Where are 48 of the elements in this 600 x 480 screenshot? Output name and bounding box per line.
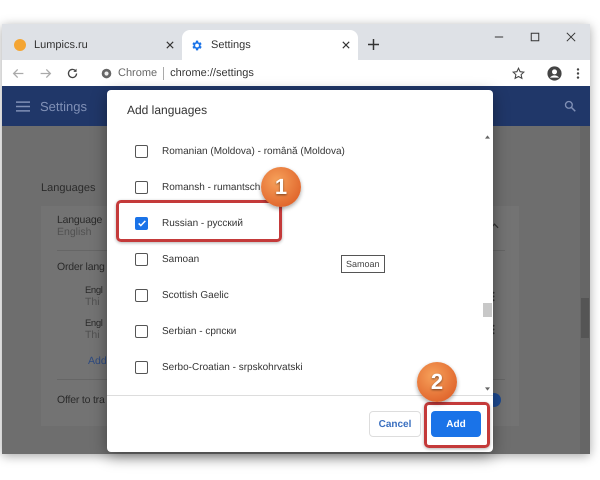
checkbox[interactable] [135,216,148,230]
language-name: Engl [85,318,102,329]
setting-label: Language [57,214,102,226]
more-icon[interactable] [576,66,580,80]
dialog-title: Add languages [126,102,208,119]
tooltip: Samoan [341,255,385,273]
close-icon[interactable] [566,32,576,42]
search-icon[interactable] [564,100,576,112]
language-option[interactable]: Serbian - српски [162,326,236,336]
language-option[interactable]: Samoan [162,254,200,264]
section-title: Languages [41,182,96,194]
browser-tab[interactable]: Settings [182,30,358,60]
checkbox[interactable] [135,324,148,338]
checkbox[interactable] [135,180,148,194]
highlight-frame [424,402,490,448]
scrollbar-thumb[interactable] [482,303,492,317]
close-icon[interactable] [342,41,350,49]
language-name: Engl [85,285,102,296]
checkbox[interactable] [135,288,148,302]
cancel-button[interactable]: Cancel [369,411,421,437]
browser-logo-icon [101,68,112,78]
checkbox[interactable] [135,144,148,158]
scrollbar-thumb[interactable] [581,298,589,338]
scroll-down-arrow-icon[interactable] [484,387,490,391]
account-icon[interactable] [547,66,562,80]
language-option[interactable]: Romansh - rumantsch [162,182,260,192]
bookmark-star-icon[interactable] [512,66,525,80]
scroll-up-arrow-icon[interactable] [484,135,490,139]
new-tab-icon[interactable] [368,39,379,50]
setting-label: Order lang [57,261,105,273]
language-option[interactable]: Russian - русский [162,218,243,228]
checkbox[interactable] [135,360,148,374]
add-button[interactable]: Add [431,411,481,437]
url-text: chrome://settings [170,67,254,79]
settings-title: Settings [40,98,87,114]
origin-label: Chrome [118,67,158,79]
close-icon[interactable] [166,41,174,49]
language-option[interactable]: Scottish Gaelic [162,290,229,300]
reload-icon[interactable] [66,66,79,80]
menu-icon[interactable] [16,100,30,112]
browser-tab[interactable]: Lumpics.ru [6,30,182,60]
setting-label: Offer to tra [57,394,105,406]
maximize-icon[interactable] [530,32,540,42]
site-favicon-icon [14,39,26,51]
checkbox[interactable] [135,252,148,266]
language-option[interactable]: Romanian (Moldova) - română (Moldova) [162,146,345,156]
settings-icon [190,38,203,52]
language-option[interactable]: Serbo-Croatian - srpskohrvatski [162,362,303,372]
